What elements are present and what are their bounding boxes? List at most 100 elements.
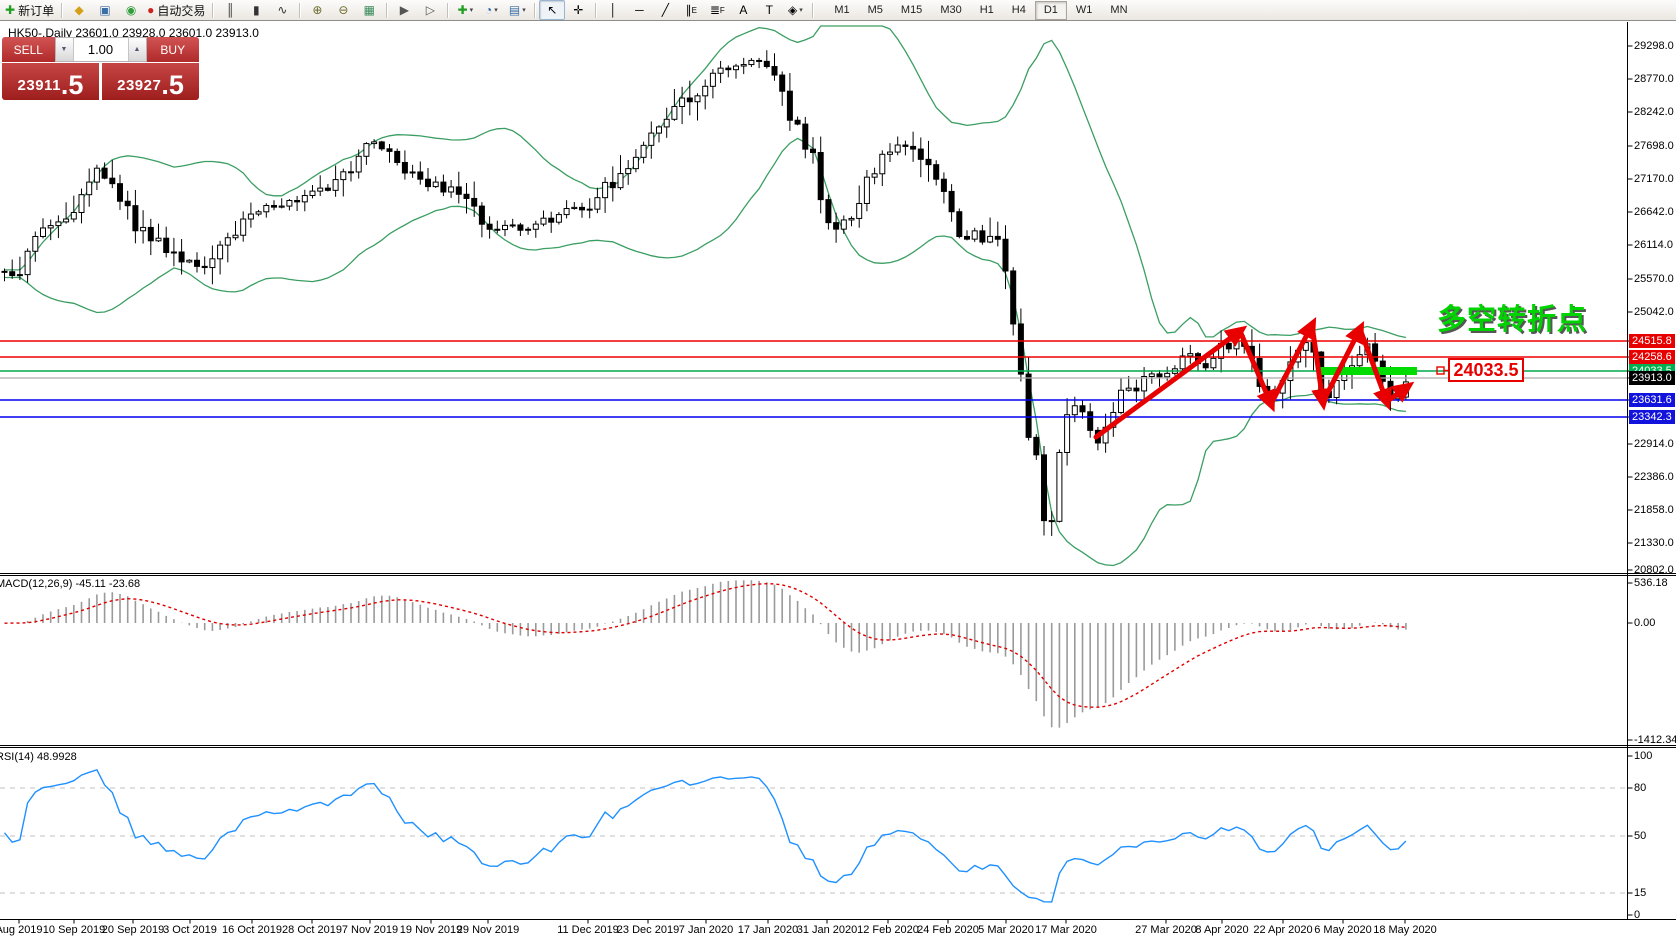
volume-increase-button[interactable]: ▲ (128, 38, 146, 61)
volume-decrease-button[interactable]: ▼ (56, 38, 74, 61)
signals-icon: ◉ (126, 4, 136, 16)
text-label-icon: T (766, 4, 773, 16)
chart-shift-button[interactable]: ▶ (391, 0, 417, 20)
date-axis-label: 29 Nov 2019 (457, 924, 519, 936)
axis-tick-label: 28770.0 (1634, 73, 1674, 85)
sell-button[interactable]: SELL (2, 37, 55, 62)
text-label-button[interactable]: T (756, 0, 782, 20)
vertical-line-button[interactable]: │ (600, 0, 626, 20)
axis-tick-label: 26642.0 (1634, 206, 1674, 218)
profile-button[interactable]: ◆ (66, 0, 92, 20)
date-axis-label: 19 Nov 2019 (400, 924, 462, 936)
chart-shift-icon: ▶ (400, 4, 409, 16)
buy-price-fraction: .5 (161, 75, 184, 96)
cursor-button[interactable]: ↖ (539, 0, 565, 20)
timeframe-m5[interactable]: M5 (859, 1, 892, 20)
toolbar-separator (61, 3, 62, 18)
open-chart-icon: ▣ (99, 4, 110, 16)
timeframe-m15[interactable]: M15 (892, 1, 931, 20)
auto-trading-button[interactable]: ●自动交易 (144, 0, 208, 20)
dropdown-arrow-icon[interactable]: ▾ (522, 6, 526, 14)
date-axis-label: 31 Jan 2020 (797, 924, 858, 936)
toolbar-separator (299, 3, 300, 18)
auto-scroll-icon: ▷ (426, 4, 435, 16)
zoom-out-button[interactable]: ⊖ (330, 0, 356, 20)
toolbar: ✚新订单◆▣◉●自动交易║▮∿⊕⊖▦▶▷✚▾◔▾▤▾↖✛│─╱∥E≣FAT◈▾M… (0, 0, 1676, 21)
indicators-button[interactable]: ✚▾ (452, 0, 478, 20)
dropdown-arrow-icon[interactable]: ▾ (494, 6, 498, 14)
date-axis-label: Aug 2019 (0, 924, 43, 936)
axis-tick-label: 80 (1634, 782, 1646, 794)
auto-scroll-button[interactable]: ▷ (417, 0, 443, 20)
axis-tick-label: 50 (1634, 830, 1646, 842)
horizontal-line-button[interactable]: ─ (626, 0, 652, 20)
indicators-icon: ✚ (458, 4, 468, 16)
open-chart-button[interactable]: ▣ (92, 0, 118, 20)
tile-windows-icon: ▦ (364, 4, 375, 16)
macd-indicator-label: MACD(12,26,9) -45.11 -23.68 (0, 578, 140, 590)
axis-tick-label: 20802.0 (1634, 564, 1674, 576)
timeframe-m30[interactable]: M30 (931, 1, 970, 20)
timeframe-h1[interactable]: H1 (971, 1, 1003, 20)
axis-tick-label: 0.00 (1634, 617, 1655, 629)
dropdown-arrow-icon[interactable]: ▾ (799, 6, 803, 14)
text-button[interactable]: A (730, 0, 756, 20)
one-click-trading-panel: SELL ▼ ▲ BUY 23911 .5 23927 .5 (2, 37, 199, 100)
date-axis-label: 23 Dec 2019 (617, 924, 679, 936)
signals-button[interactable]: ◉ (118, 0, 144, 20)
axis-tick-label: 21858.0 (1634, 504, 1674, 516)
date-axis-label: 5 Mar 2020 (978, 924, 1034, 936)
chart-canvas[interactable] (0, 0, 1676, 941)
line-chart-button[interactable]: ∿ (269, 0, 295, 20)
date-axis-label: 6 May 2020 (1314, 924, 1371, 936)
date-axis-label: 27 Mar 2020 (1135, 924, 1197, 936)
tile-windows-button[interactable]: ▦ (356, 0, 382, 20)
volume-input[interactable] (74, 38, 128, 61)
line-chart-icon: ∿ (277, 4, 287, 16)
axis-tick-label: -1412.34 (1634, 734, 1676, 746)
bar-chart-button[interactable]: ║ (217, 0, 243, 20)
auto-trading-button-label: 自动交易 (157, 2, 205, 19)
timeframe-w1[interactable]: W1 (1067, 1, 1102, 20)
axis-tick-label: 22386.0 (1634, 471, 1674, 483)
dropdown-arrow-icon[interactable]: ▾ (470, 6, 474, 14)
timeframe-h4[interactable]: H4 (1003, 1, 1035, 20)
vertical-line-icon: │ (610, 4, 618, 16)
cursor-icon: ↖ (547, 4, 557, 16)
price-marker-label: 23631.6 (1629, 393, 1675, 407)
candle-chart-button[interactable]: ▮ (243, 0, 269, 20)
price-level-label-box[interactable]: 24033.5 (1448, 358, 1524, 382)
bollinger-lower-band (5, 138, 1406, 565)
new-order-button[interactable]: ✚新订单 (2, 0, 57, 20)
timeframe-m1[interactable]: M1 (825, 1, 858, 20)
buy-price-main: 23927 (117, 77, 161, 94)
periods-button[interactable]: ◔▾ (478, 0, 504, 20)
sell-price-main: 23911 (18, 77, 61, 94)
buy-price-button[interactable]: 23927 .5 (102, 63, 199, 100)
date-axis-label: 24 Feb 2020 (917, 924, 979, 936)
templates-button[interactable]: ▤▾ (504, 0, 530, 20)
buy-button[interactable]: BUY (147, 37, 200, 62)
toolbar-separator (812, 3, 813, 18)
axis-tick-label: 15 (1634, 887, 1646, 899)
date-axis-label: 28 Oct 2019 (282, 924, 342, 936)
sell-price-button[interactable]: 23911 .5 (2, 63, 99, 100)
date-axis-label: 18 May 2020 (1373, 924, 1437, 936)
crosshair-button[interactable]: ✛ (565, 0, 591, 20)
timeframe-d1[interactable]: D1 (1035, 1, 1067, 20)
axis-tick-label: 21330.0 (1634, 537, 1674, 549)
date-axis-label: 12 Feb 2020 (857, 924, 919, 936)
turning-point-annotation-text[interactable]: 多空转折点 (1437, 296, 1587, 338)
fibonacci-button[interactable]: ≣F (704, 0, 730, 20)
zoom-in-button[interactable]: ⊕ (304, 0, 330, 20)
trendline-button[interactable]: ╱ (652, 0, 678, 20)
timeframe-mn[interactable]: MN (1101, 1, 1136, 20)
templates-icon: ▤ (509, 4, 520, 16)
toolbar-separator (595, 3, 596, 18)
axis-tick-label: 22914.0 (1634, 438, 1674, 450)
candle-chart-icon: ▮ (253, 4, 260, 16)
equidistant-channel-button[interactable]: ∥E (678, 0, 704, 20)
trendline-icon: ╱ (662, 4, 669, 16)
arrows-button[interactable]: ◈▾ (782, 0, 808, 20)
date-axis-label: 11 Dec 2019 (557, 924, 619, 936)
